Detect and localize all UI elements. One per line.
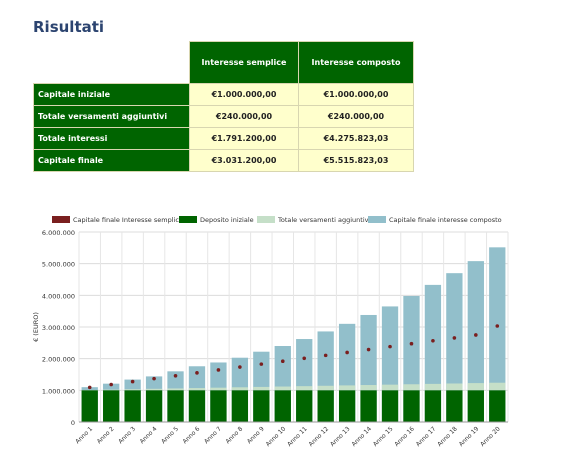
x-tick-label: Anno 14: [350, 425, 373, 448]
legend-label: Capitale finale Interesse semplice: [73, 216, 183, 224]
dot-interesse-semplice: [152, 376, 156, 381]
legend-swatch: [368, 216, 386, 223]
x-tick-label: Anno 8: [224, 425, 244, 445]
legend-swatch: [257, 216, 275, 223]
bar-deposito: [145, 390, 163, 422]
x-tick-label: Anno 17: [415, 425, 438, 448]
legend-swatch: [179, 216, 197, 223]
y-tick-label: 5.000.000: [42, 261, 75, 269]
bar-versamenti: [446, 383, 463, 391]
legend-label: Capitale finale interesse composto: [389, 216, 502, 224]
dot-interesse-semplice: [87, 385, 92, 390]
y-axis-label: € (EURO): [32, 312, 40, 342]
x-tick-label: Anno 15: [372, 425, 395, 448]
x-tick-label: Anno 3: [117, 425, 137, 445]
bar-versamenti: [274, 386, 291, 391]
stacked-bar-chart: 0 1.000.000 2.000.000 3.000.000 4.000.000 5.0…: [32, 216, 509, 448]
x-tick-label: Anno 5: [160, 425, 180, 445]
dot-interesse-semplice: [345, 350, 349, 355]
dot-interesse-semplice: [195, 371, 199, 375]
dot-interesse-semplice: [280, 359, 285, 364]
bar-deposito: [338, 390, 356, 422]
dot-interesse-semplice: [130, 379, 135, 384]
dot-interesse-semplice: [109, 382, 113, 387]
legend-swatch: [52, 216, 70, 223]
bar-deposito: [188, 390, 206, 422]
bar-deposito: [253, 390, 270, 422]
dot-interesse-semplice: [302, 356, 307, 361]
bar-versamenti: [403, 384, 420, 391]
bar-versamenti: [296, 386, 313, 391]
dot-interesse-semplice: [238, 365, 242, 369]
bar-versamenti: [338, 385, 356, 391]
bar-deposito: [167, 390, 184, 422]
bar-versamenti: [424, 383, 442, 391]
y-tick-label: 1.000.000: [42, 387, 75, 395]
bar-versamenti: [145, 388, 163, 391]
y-tick-label: 3.000.000: [42, 324, 75, 332]
bar-deposito: [231, 390, 249, 422]
bar-deposito: [296, 390, 313, 422]
dot-interesse-semplice: [431, 339, 435, 343]
bar-deposito: [446, 390, 463, 422]
bar-versamenti: [381, 384, 399, 391]
y-tick-label: 0: [71, 419, 75, 427]
bar-versamenti: [467, 383, 484, 391]
bar-deposito: [424, 390, 442, 422]
bar-versamenti: [489, 382, 506, 391]
y-tick-label: 4.000.000: [42, 292, 75, 300]
bar-versamenti: [188, 388, 206, 391]
y-tick-label: 2.000.000: [42, 356, 75, 364]
bar-versamenti: [317, 385, 334, 391]
dot-interesse-semplice: [452, 336, 457, 340]
bar-versamenti: [124, 389, 141, 391]
bar-deposito: [103, 390, 120, 422]
bar-deposito: [210, 390, 227, 422]
x-tick-label: Anno 10: [265, 425, 288, 448]
x-tick-label: Anno 20: [479, 425, 502, 448]
dot-interesse-semplice: [173, 373, 178, 378]
x-tick-label: Anno 13: [329, 425, 352, 448]
bar-deposito: [381, 390, 399, 422]
bar-deposito: [317, 390, 334, 422]
bar-deposito: [403, 390, 420, 422]
x-tick-label: Anno 19: [458, 425, 481, 448]
x-tick-label: Anno 4: [139, 425, 159, 445]
bar-deposito: [124, 390, 141, 422]
bar-deposito: [489, 390, 506, 422]
bar-deposito: [360, 390, 377, 422]
bar-versamenti: [210, 387, 227, 391]
dot-interesse-semplice: [216, 368, 221, 372]
dot-interesse-semplice: [388, 344, 392, 349]
x-tick-label: Anno 2: [96, 425, 116, 445]
dot-interesse-semplice: [366, 347, 371, 352]
bar-deposito: [274, 390, 291, 422]
x-tick-label: Anno 1: [74, 425, 94, 445]
y-tick-label: 6.000.000: [42, 229, 75, 237]
legend-label: Totale versamenti aggiuntivi: [277, 216, 370, 224]
dot-interesse-semplice: [495, 324, 500, 328]
legend-label: Deposito iniziale: [200, 216, 254, 224]
x-tick-label: Anno 11: [286, 425, 309, 448]
bar-deposito: [81, 390, 98, 422]
x-tick-label: Anno 9: [246, 425, 266, 445]
x-tick-label: Anno 12: [308, 425, 331, 448]
bar-deposito: [467, 390, 484, 422]
bar-versamenti: [253, 386, 270, 391]
dot-interesse-semplice: [323, 353, 328, 358]
bar-versamenti: [167, 388, 184, 391]
dot-interesse-semplice: [474, 333, 478, 337]
bar-versamenti: [360, 385, 377, 391]
bar-versamenti: [103, 389, 120, 391]
x-tick-label: Anno 18: [436, 425, 459, 448]
dot-interesse-semplice: [259, 362, 264, 366]
x-tick-label: Anno 7: [203, 425, 223, 445]
x-tick-label: Anno 6: [182, 425, 202, 445]
x-tick-label: Anno 16: [393, 425, 416, 448]
bar-versamenti: [231, 387, 249, 391]
dot-interesse-semplice: [409, 341, 414, 346]
